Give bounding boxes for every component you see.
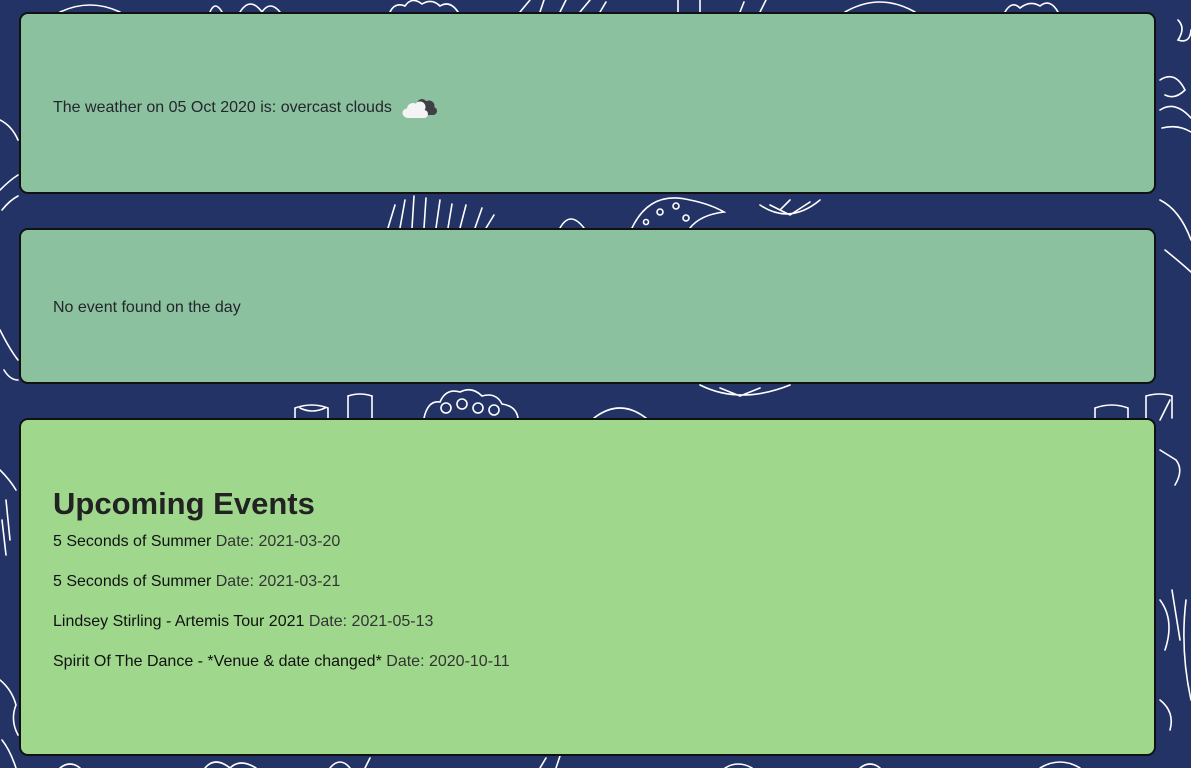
event-date-label: Date: — [215, 533, 254, 550]
event-date: 2021-03-20 — [258, 533, 341, 550]
list-item: 5 Seconds of Summer Date: 2021-03-21 — [53, 572, 510, 612]
weather-card: The weather on 05 Oct 2020 is: overcast … — [19, 12, 1156, 194]
event-date: 2021-05-13 — [351, 613, 434, 630]
list-item: 5 Seconds of Summer Date: 2021-03-20 — [53, 532, 510, 572]
event-name: Spirit Of The Dance - *Venue & date chan… — [53, 653, 382, 670]
weather-info: The weather on 05 Oct 2020 is: overcast … — [53, 94, 438, 122]
day-events-card: No event found on the day — [19, 228, 1156, 384]
event-date-label: Date: — [386, 653, 425, 670]
event-name: 5 Seconds of Summer — [53, 533, 212, 550]
upcoming-events-card: Upcoming Events 5 Seconds of Summer Date… — [19, 418, 1156, 756]
event-name: 5 Seconds of Summer — [53, 573, 212, 590]
event-name: Lindsey Stirling - Artemis Tour 2021 — [53, 613, 305, 630]
event-date: 2021-03-21 — [258, 573, 341, 590]
event-date-label: Date: — [215, 573, 254, 590]
event-date: 2020-10-11 — [428, 653, 510, 670]
event-date-label: Date: — [308, 613, 348, 630]
list-item: Spirit Of The Dance - *Venue & date chan… — [53, 652, 510, 692]
weather-text: The weather on 05 Oct 2020 is: overcast … — [53, 99, 392, 116]
list-item: Lindsey Stirling - Artemis Tour 2021 Dat… — [53, 612, 510, 652]
no-event-message: No event found on the day — [53, 299, 241, 316]
upcoming-events-list: 5 Seconds of Summer Date: 2021-03-20 5 S… — [53, 532, 510, 692]
overcast-clouds-icon — [402, 99, 437, 118]
upcoming-events-title: Upcoming Events — [53, 486, 315, 521]
